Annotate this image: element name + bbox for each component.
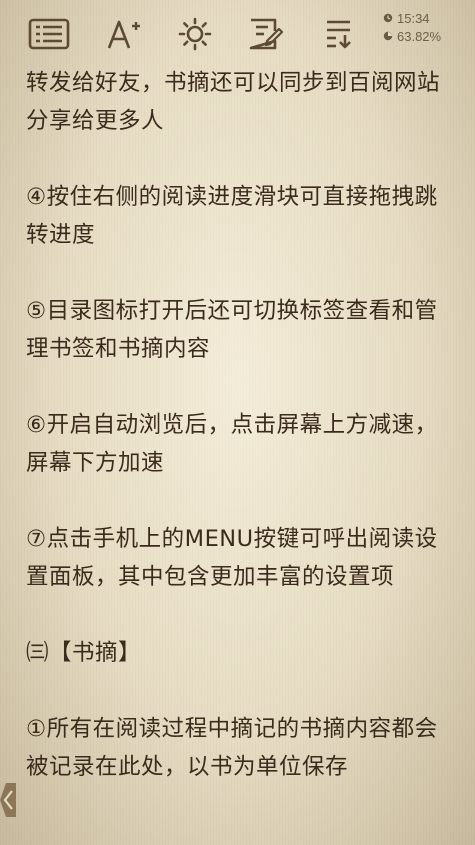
paragraph: ④按住右侧的阅读进度滑块可直接拖拽跳转进度 xyxy=(26,184,438,248)
paragraph: ⑦点击手机上的MENU按键可呼出阅读设置面板，其中包含更加丰富的设置项 xyxy=(26,526,438,590)
paragraph: 转发给好友，书摘还可以同步到百阅网站分享给更多人 xyxy=(26,70,441,134)
notes-icon xyxy=(248,17,284,51)
time-label: 15:34 xyxy=(397,11,430,26)
progress-label: 63.82% xyxy=(397,29,442,44)
status-indicator: 15:34 63.82% xyxy=(383,10,465,46)
reading-content[interactable]: 转发给好友，书摘还可以同步到百阅网站分享给更多人 ④按住右侧的阅读进度滑块可直接… xyxy=(26,64,456,786)
settings-button[interactable] xyxy=(318,12,362,56)
bookmark-tab-icon[interactable] xyxy=(0,783,16,817)
table-of-contents-button[interactable] xyxy=(27,12,71,56)
section-heading: ㈢【书摘】 xyxy=(26,640,142,666)
settings-icon xyxy=(324,17,356,51)
paragraph: ①所有在阅读过程中摘记的书摘内容都会被记录在此处，以书为单位保存 xyxy=(26,716,438,780)
brightness-icon xyxy=(178,17,212,51)
table-of-contents-icon xyxy=(28,18,70,50)
reader-toolbar: 15:34 63.82% xyxy=(0,0,475,66)
font-size-button[interactable] xyxy=(101,12,145,56)
paragraph: ⑤目录图标打开后还可切换标签查看和管理书签和书摘内容 xyxy=(26,298,438,362)
brightness-button[interactable] xyxy=(173,12,217,56)
clock-icon xyxy=(383,10,393,28)
notes-button[interactable] xyxy=(244,12,288,56)
progress-icon xyxy=(383,28,393,46)
font-size-icon xyxy=(105,17,141,51)
paragraph: ⑥开启自动浏览后，点击屏幕上方减速，屏幕下方加速 xyxy=(26,412,438,476)
